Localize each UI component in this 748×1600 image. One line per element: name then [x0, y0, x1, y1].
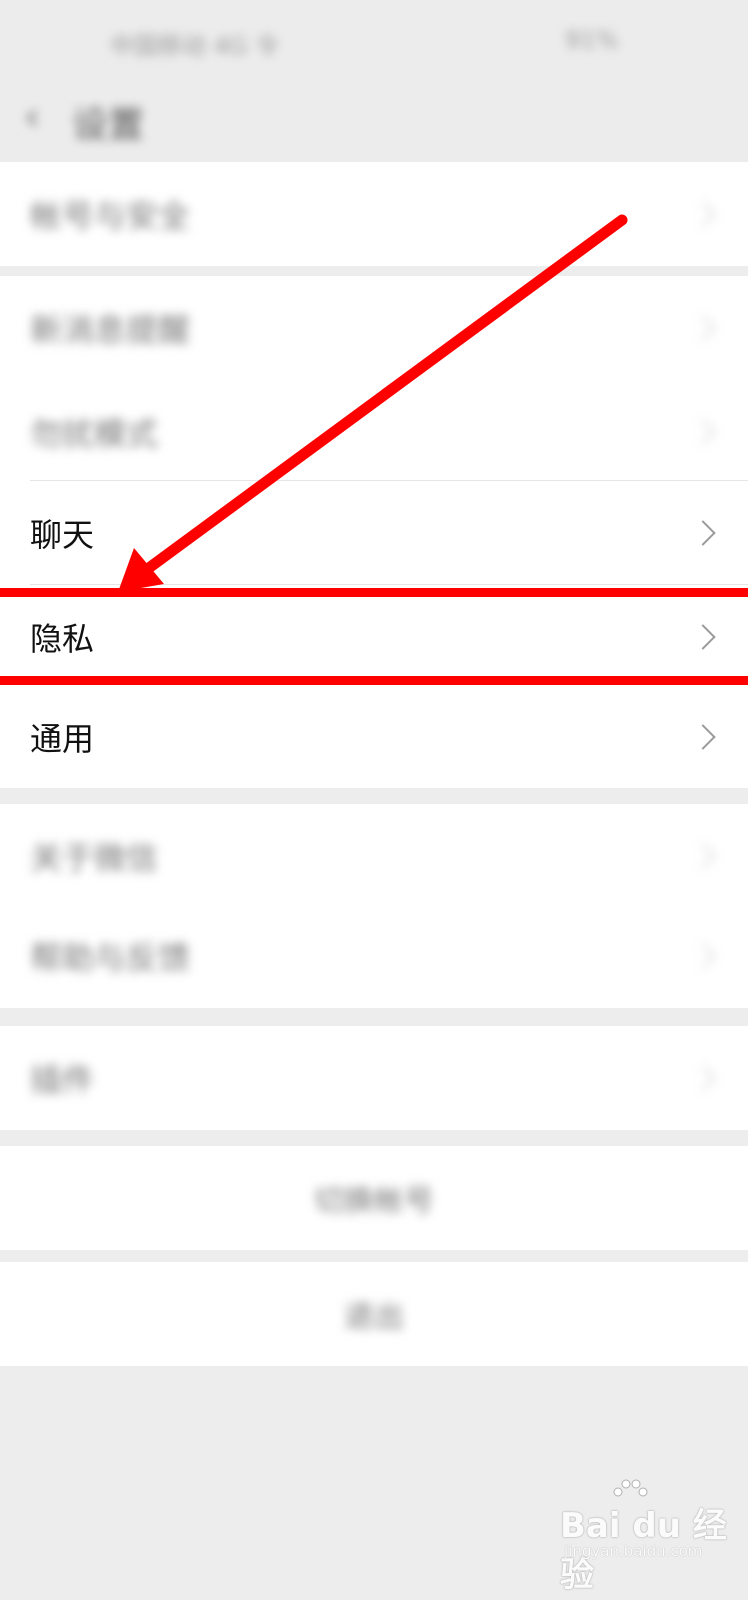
arrow-shaft [132, 214, 628, 582]
watermark-url: jingyan.baidu.com [564, 1542, 703, 1560]
baidu-watermark: Bai du 经验 jingyan.baidu.com [560, 1479, 740, 1595]
arrow-head [118, 548, 164, 592]
annotation-arrow [118, 214, 628, 592]
